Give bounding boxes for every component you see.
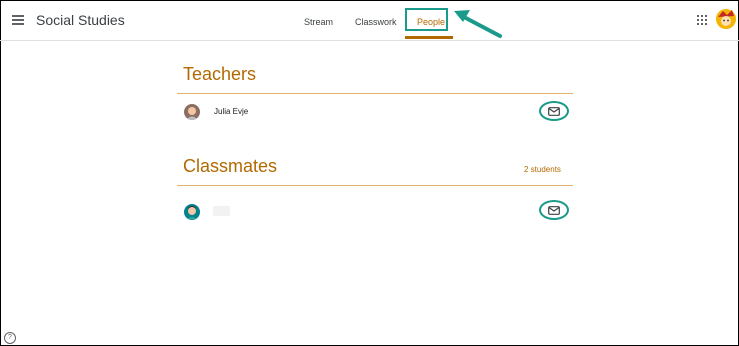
account-avatar-icon[interactable]: [715, 8, 737, 30]
hamburger-menu-icon[interactable]: [12, 14, 26, 26]
redacted-student-name: [213, 206, 230, 216]
teacher-name[interactable]: Julia Evje: [214, 107, 248, 116]
tab-classwork[interactable]: Classwork: [355, 17, 397, 27]
student-avatar: [184, 204, 200, 220]
classmates-heading: Classmates: [183, 156, 278, 176]
annotation-highlight-box: [405, 8, 448, 31]
classmates-divider: [177, 185, 573, 186]
active-tab-indicator: [405, 36, 453, 39]
teachers-divider: [177, 93, 573, 94]
top-bar: Social Studies Stream Classwork People: [0, 0, 739, 41]
help-icon[interactable]: ?: [4, 332, 16, 344]
apps-grid-icon[interactable]: [697, 15, 707, 25]
teacher-avatar: [184, 104, 200, 120]
tab-stream[interactable]: Stream: [304, 17, 333, 27]
annotation-arrow-icon: [454, 10, 502, 38]
student-count: 2 students: [524, 165, 561, 174]
mail-icon: [548, 107, 560, 116]
screenshot-frame: [0, 0, 739, 346]
mail-icon: [548, 206, 560, 215]
teachers-heading: Teachers: [183, 64, 257, 84]
class-title[interactable]: Social Studies: [36, 12, 125, 28]
email-teacher-button[interactable]: [539, 101, 569, 121]
email-student-button[interactable]: [539, 200, 569, 220]
